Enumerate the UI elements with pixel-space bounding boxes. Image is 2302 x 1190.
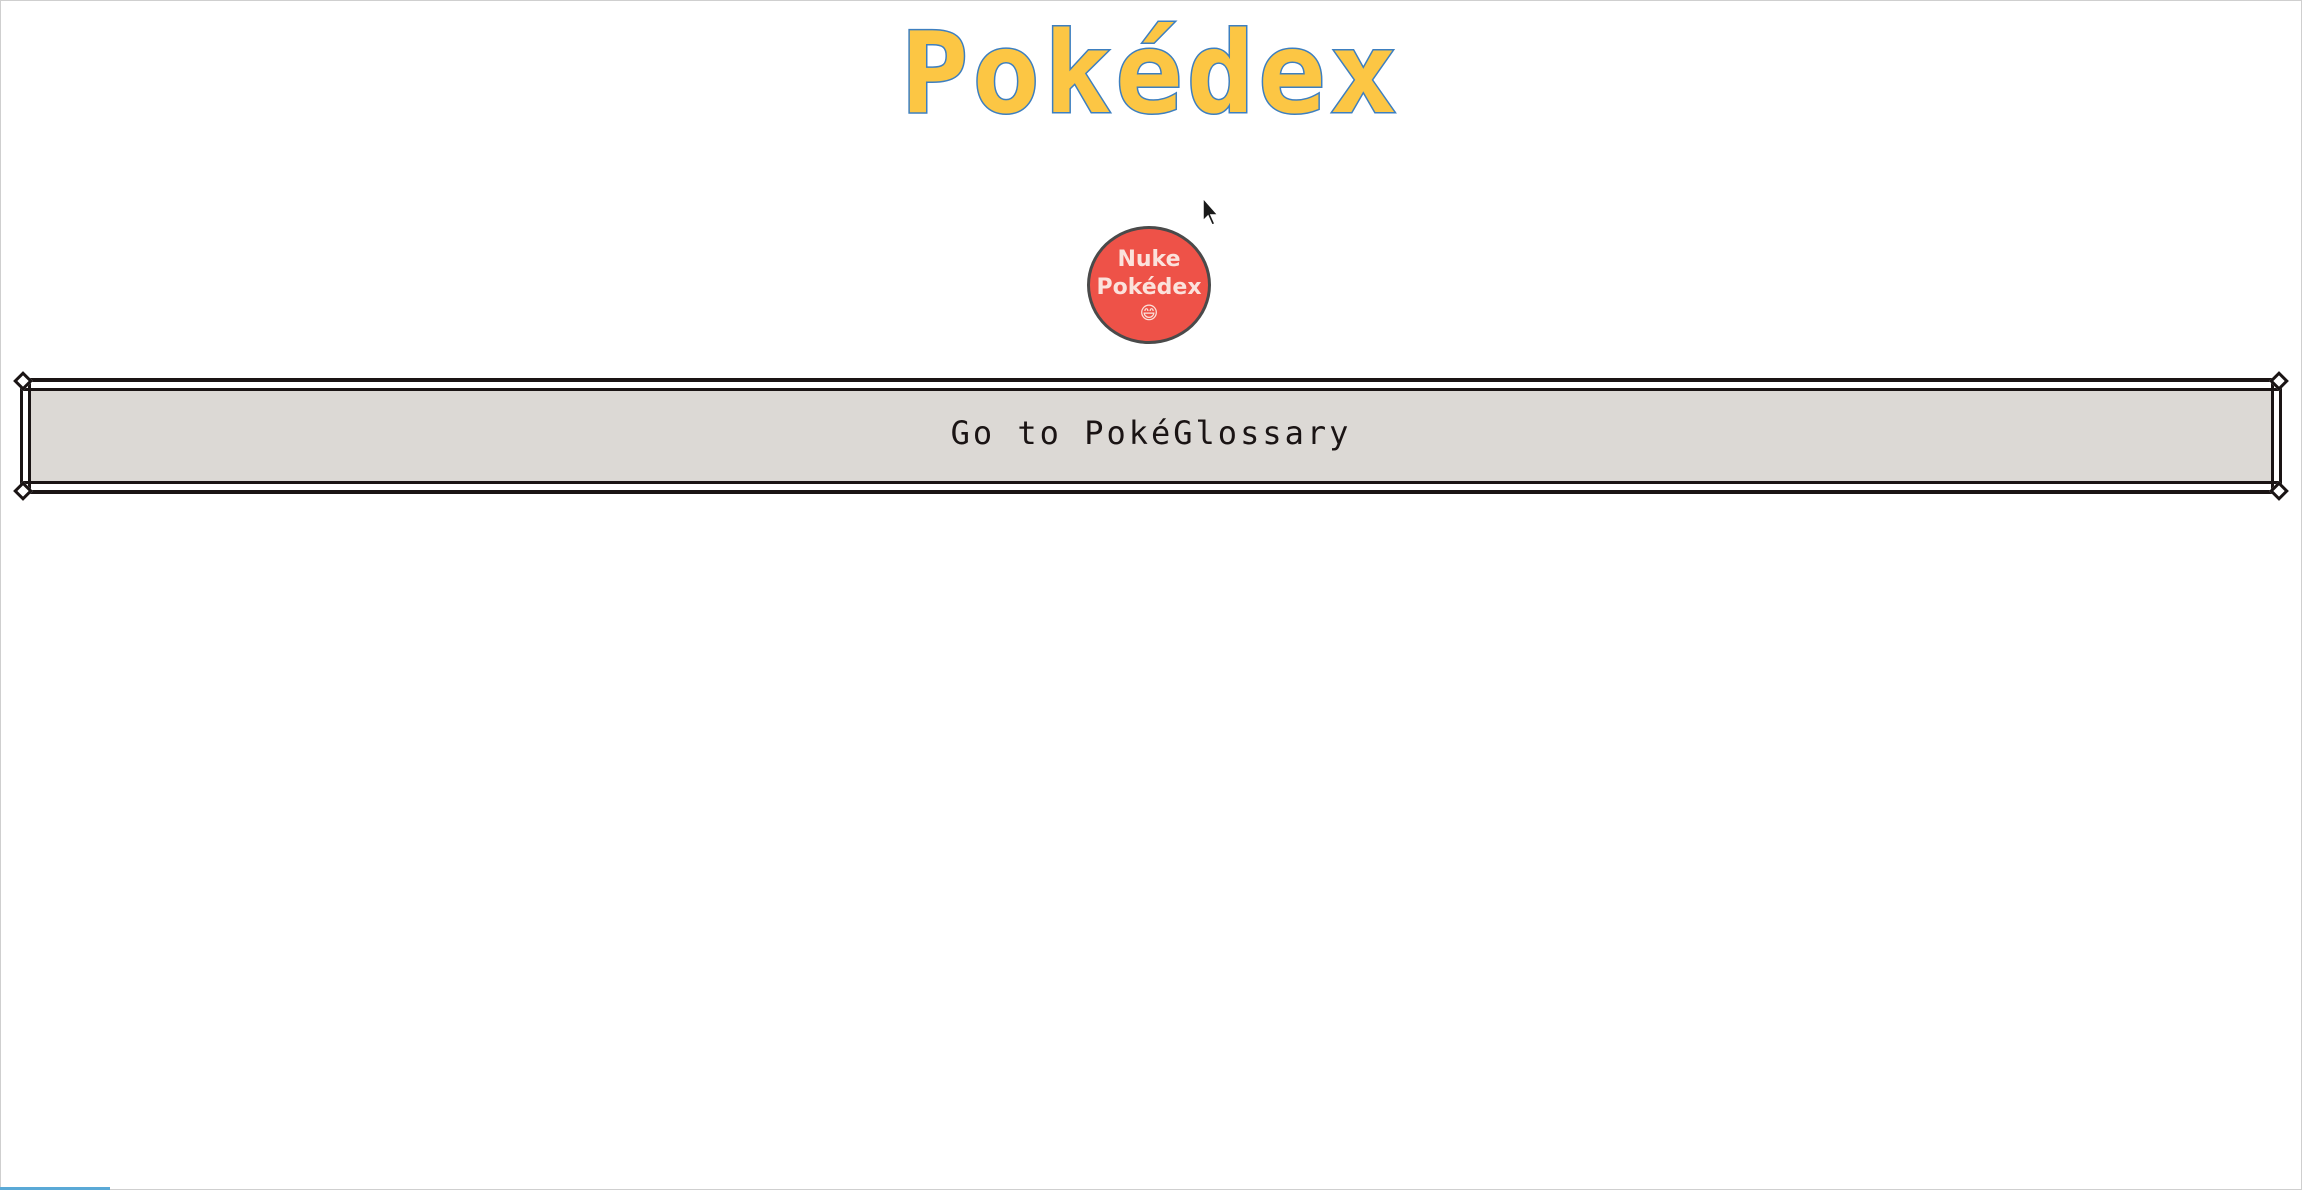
nuke-label-line1: Nuke bbox=[1117, 247, 1181, 272]
nuke-pokedex-button[interactable]: Nuke Pokédex 😄 bbox=[1087, 226, 1211, 344]
frame-rail bbox=[20, 388, 2282, 391]
nuke-label-line2: Pokédex bbox=[1096, 275, 1202, 300]
page-frame bbox=[0, 0, 2302, 1190]
mouse-cursor-icon bbox=[1202, 197, 1220, 226]
frame-rail bbox=[20, 378, 2282, 382]
frame-rail bbox=[20, 481, 2282, 484]
smile-emoji-icon: 😄 bbox=[1139, 303, 1159, 324]
page-title: Pokédex bbox=[899, 9, 1401, 139]
glossary-button-label: Go to PokéGlossary bbox=[950, 414, 1352, 452]
go-to-glossary-button[interactable]: Go to PokéGlossary bbox=[13, 370, 2289, 502]
frame-rail bbox=[20, 490, 2282, 494]
